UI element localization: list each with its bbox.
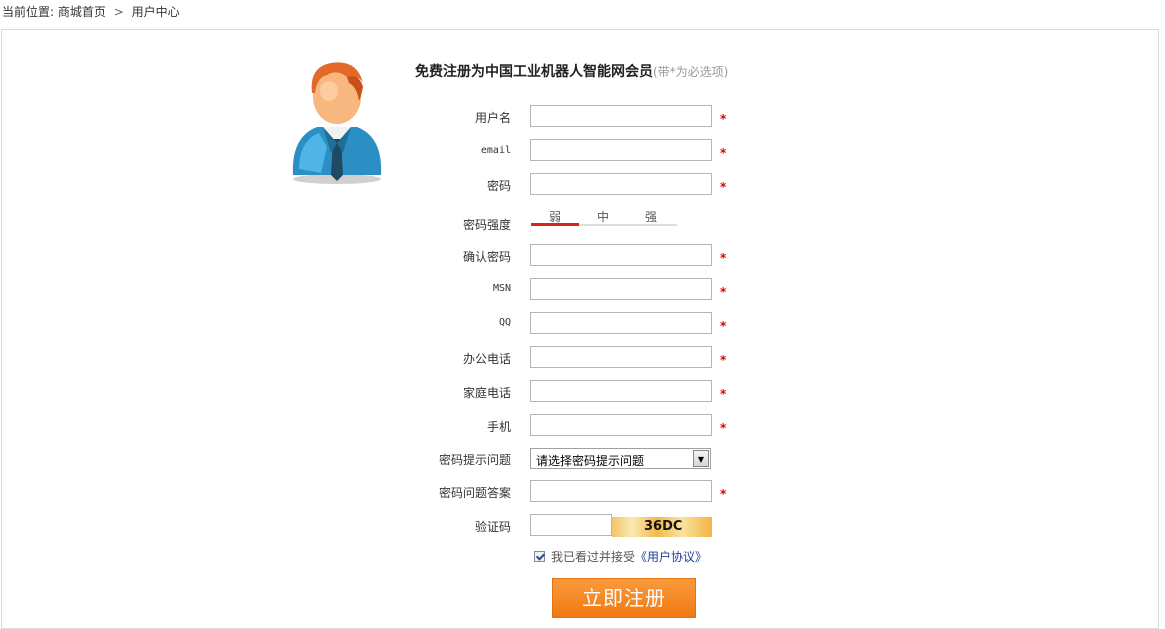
answer-input[interactable] [530,480,712,502]
qq-input[interactable] [530,312,712,334]
agreement-row: 我已看过并接受《用户协议》 [534,548,707,565]
msn-required-mark: * [720,285,727,299]
register-title-text: 免费注册为中国工业机器人智能网会员 [415,64,653,80]
breadcrumb: 当前位置: 商城首页 > 用户中心 [2,3,180,20]
password-input[interactable] [530,173,712,195]
password-strength-meter: 弱 中 强 [531,208,677,228]
user-avatar-icon [292,62,382,184]
office-phone-input[interactable] [530,346,712,368]
agreement-checkbox[interactable] [534,551,545,562]
msn-input[interactable] [530,278,712,300]
email-input[interactable] [530,139,712,161]
password-required-mark: * [720,180,727,194]
msn-label: MSN [492,283,511,294]
captcha-input[interactable] [530,514,612,536]
breadcrumb-separator: > [113,5,124,19]
confirm-password-label: 确认密码 [462,250,511,264]
user-agreement-link[interactable]: 《用户协议》 [635,550,707,564]
qq-label: QQ [498,317,511,328]
password-label: 密码 [486,179,511,193]
username-required-mark: * [720,112,727,126]
strength-medium: 中 [597,210,610,224]
office-phone-required-mark: * [720,353,727,367]
captcha-code: 36DC [644,519,683,534]
username-label: 用户名 [474,111,511,125]
register-title: 免费注册为中国工业机器人智能网会员(带*为必选项) [415,61,728,81]
mobile-required-mark: * [720,421,727,435]
home-phone-required-mark: * [720,387,727,401]
home-phone-label: 家庭电话 [462,386,511,400]
password-strength-label: 密码强度 [462,218,511,232]
strength-strong: 强 [645,210,658,224]
confirm-password-input[interactable] [530,244,712,266]
office-phone-label: 办公电话 [462,352,511,366]
breadcrumb-prefix: 当前位置: [2,5,55,19]
answer-label: 密码问题答案 [438,486,511,500]
question-select[interactable]: 请选择密码提示问题 ▼ [530,448,711,469]
captcha-image[interactable]: 36DC [612,517,712,537]
email-required-mark: * [720,146,727,160]
breadcrumb-current: 用户中心 [131,5,180,19]
mobile-input[interactable] [530,414,712,436]
confirm-password-required-mark: * [720,251,727,265]
required-hint: (带*为必选项) [653,65,729,79]
register-submit-button[interactable]: 立即注册 [552,578,696,618]
agreement-text: 我已看过并接受 [551,550,636,564]
home-phone-input[interactable] [530,380,712,402]
question-label: 密码提示问题 [438,453,511,467]
chevron-down-icon[interactable]: ▼ [693,450,709,467]
captcha-label: 验证码 [474,520,511,534]
mobile-label: 手机 [486,420,511,434]
answer-required-mark: * [720,487,727,501]
breadcrumb-home-link[interactable]: 商城首页 [58,5,106,19]
email-label: email [480,145,511,156]
qq-required-mark: * [720,319,727,333]
strength-bar-fill [531,223,579,226]
question-select-value: 请选择密码提示问题 [536,454,645,468]
username-input[interactable] [530,105,712,127]
